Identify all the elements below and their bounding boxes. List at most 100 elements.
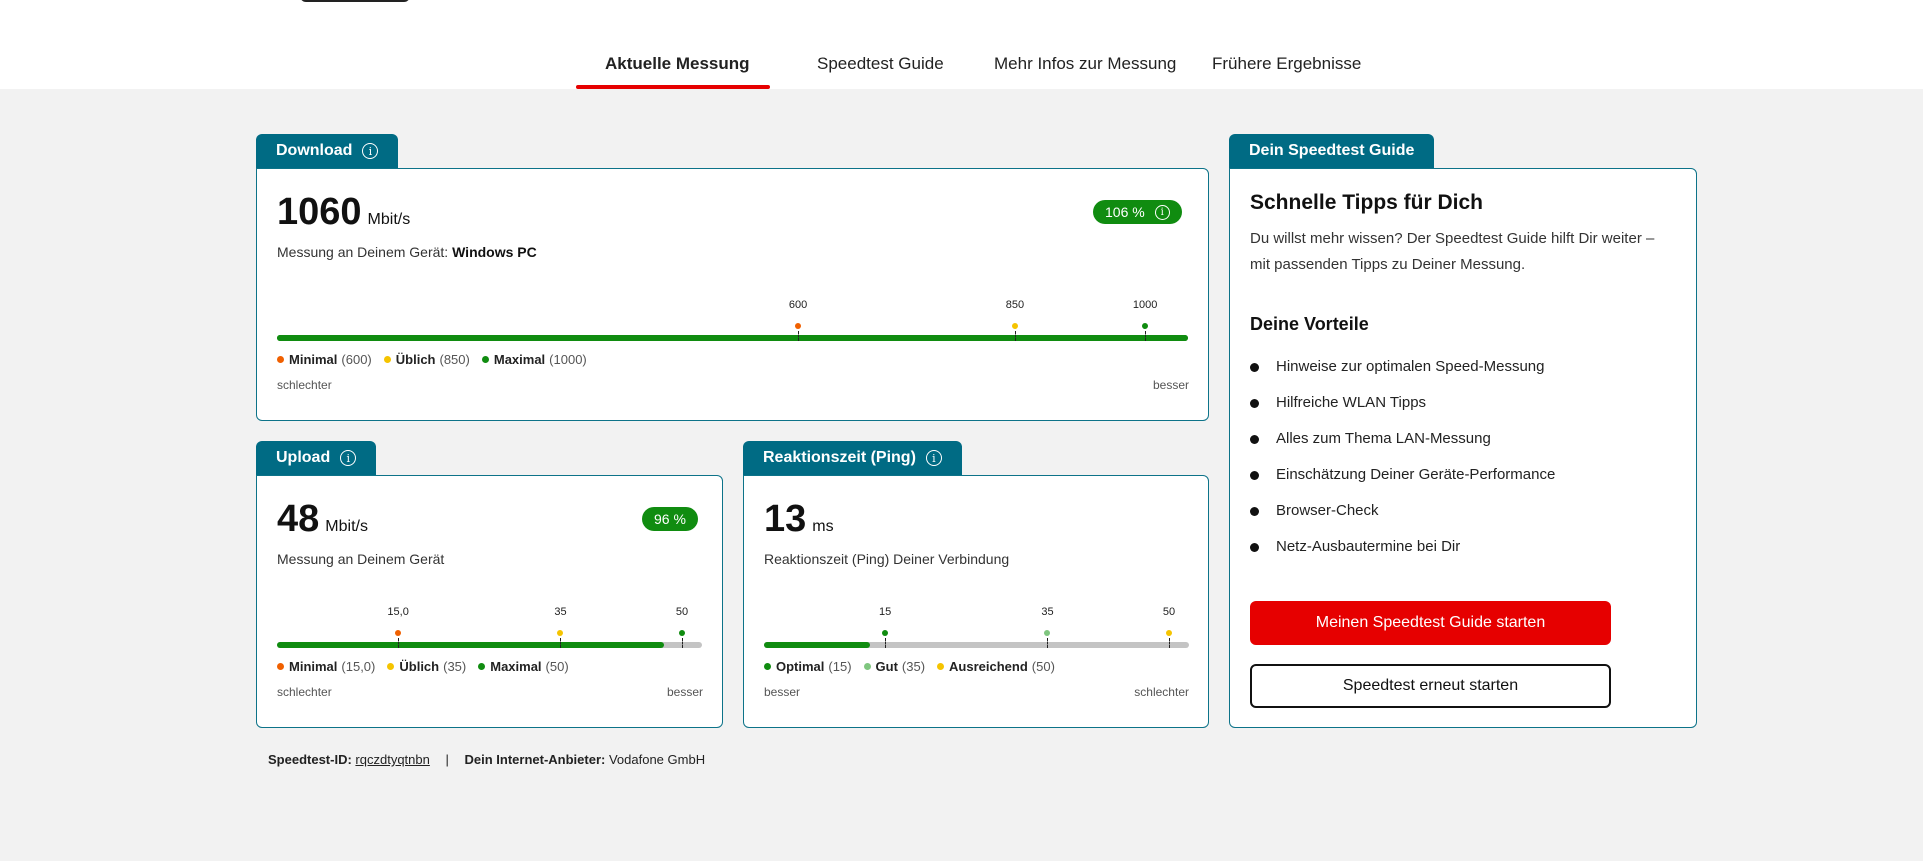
tab-mehr-infos[interactable]: Mehr Infos zur Messung xyxy=(994,54,1176,74)
download-device-line: Messung an Deinem Gerät: Windows PC xyxy=(277,244,537,260)
threshold-dot-icon xyxy=(1142,323,1149,329)
ping-tab-label: Reaktionszeit (Ping) xyxy=(763,449,916,466)
legend-item: Üblich (850) xyxy=(383,352,470,367)
footer-info: Speedtest-ID: rqczdtyqtnbn | Dein Intern… xyxy=(268,752,705,767)
threshold-dash xyxy=(398,638,400,648)
download-value: 1060 xyxy=(277,191,362,233)
benefit-text: Hinweise zur optimalen Speed-Messung xyxy=(1276,358,1545,375)
legend-value: (600) xyxy=(341,352,372,367)
legend-value: (35) xyxy=(443,659,467,674)
legend-value: (15) xyxy=(828,659,852,674)
legend-name: Optimal xyxy=(776,659,825,674)
threshold-dot-icon xyxy=(679,630,686,636)
threshold-dash xyxy=(682,638,684,648)
ping-left-label: besser xyxy=(764,685,801,699)
ping-progress-bar xyxy=(764,642,1189,648)
ping-unit: ms xyxy=(812,518,834,535)
legend-name: Ausreichend xyxy=(949,659,1028,674)
ping-legend: Optimal (15) Gut (35) Ausreichend (50) xyxy=(764,659,1067,674)
active-tab-indicator xyxy=(576,85,770,89)
legend-item: Optimal (15) xyxy=(764,659,852,674)
list-item: Browser-Check xyxy=(1250,502,1555,538)
provider-value: Vodafone GmbH xyxy=(608,752,706,767)
threshold-label: 15 xyxy=(879,606,892,618)
legend-value: (35) xyxy=(901,659,926,674)
upload-value-block: 48 Mbit/s xyxy=(277,498,368,541)
upload-device-line: Messung an Deinem Gerät xyxy=(277,551,445,567)
upload-card-tab: Upload i xyxy=(256,441,377,475)
footer-separator: | xyxy=(445,752,449,767)
provider-label: Dein Internet-Anbieter: xyxy=(464,752,606,767)
tab-aktuelle-messung[interactable]: Aktuelle Messung xyxy=(605,54,750,74)
threshold-dash xyxy=(885,638,887,648)
guide-tab-label: Dein Speedtest Guide xyxy=(1249,142,1415,159)
info-icon[interactable]: i xyxy=(925,450,942,466)
benefit-text: Browser-Check xyxy=(1276,502,1379,519)
legend-item: Maximal (50) xyxy=(478,659,569,674)
legend-dot-icon xyxy=(764,663,771,670)
bullet-icon xyxy=(1250,363,1259,372)
download-unit: Mbit/s xyxy=(367,211,411,228)
legend-dot-icon xyxy=(277,356,284,363)
list-item: Hinweise zur optimalen Speed-Messung xyxy=(1250,358,1555,394)
threshold-dot-icon xyxy=(1011,323,1018,329)
legend-dot-icon xyxy=(277,663,284,670)
bullet-icon xyxy=(1250,435,1259,444)
legend-item: Ausreichend (50) xyxy=(937,659,1055,674)
threshold-dot-icon xyxy=(557,630,564,636)
bullet-icon xyxy=(1250,507,1259,516)
benefits-heading: Deine Vorteile xyxy=(1250,314,1369,334)
upload-card: 48 Mbit/s Messung an Deinem Gerät 96 % Mi… xyxy=(256,475,723,728)
threshold-label: 35 xyxy=(1041,606,1054,618)
download-device-prefix: Messung an Deinem Gerät: xyxy=(277,244,449,260)
ping-card-tab: Reaktionszeit (Ping) i xyxy=(743,441,962,475)
list-item: Netz-Ausbautermine bei Dir xyxy=(1250,538,1555,574)
bullet-icon xyxy=(1250,543,1259,552)
threshold-dash xyxy=(1169,638,1171,648)
info-icon[interactable]: i xyxy=(362,143,379,159)
guide-card: Schnelle Tipps für Dich Du willst mehr w… xyxy=(1229,168,1697,728)
benefit-text: Alles zum Thema LAN-Messung xyxy=(1276,430,1491,447)
download-percent: 106 % xyxy=(1105,204,1145,220)
threshold-label: 50 xyxy=(1162,606,1176,618)
upload-value: 48 xyxy=(277,498,320,540)
info-icon[interactable]: i xyxy=(340,450,357,466)
download-card-tab: Download i xyxy=(256,134,399,168)
threshold-dot-icon xyxy=(395,630,402,636)
upload-percent: 96 % xyxy=(654,511,686,527)
upload-right-label: besser xyxy=(666,685,703,699)
legend-value: (15,0) xyxy=(341,659,376,674)
upload-left-label: schlechter xyxy=(277,685,332,699)
legend-name: Minimal xyxy=(289,659,338,674)
list-item: Hilfreiche WLAN Tipps xyxy=(1250,394,1555,430)
legend-dot-icon xyxy=(383,356,391,363)
legend-name: Gut xyxy=(875,659,898,674)
download-percent-badge: 106 % i xyxy=(1093,200,1182,224)
info-icon[interactable]: i xyxy=(1154,204,1170,220)
threshold-label: 50 xyxy=(675,606,689,618)
tab-speedtest-guide[interactable]: Speedtest Guide xyxy=(817,54,944,74)
start-guide-button[interactable]: Meinen Speedtest Guide starten xyxy=(1250,601,1611,645)
legend-name: Maximal xyxy=(490,659,542,674)
download-tab-label: Download xyxy=(276,142,353,159)
legend-item: Minimal (15,0) xyxy=(277,659,375,674)
benefit-text: Netz-Ausbautermine bei Dir xyxy=(1276,538,1461,555)
legend-value: (50) xyxy=(545,659,569,674)
legend-dot-icon xyxy=(937,663,945,670)
list-item: Alles zum Thema LAN-Messung xyxy=(1250,430,1555,466)
speedtest-id-label: Speedtest-ID: xyxy=(268,752,352,767)
download-card: 1060 Mbit/s Messung an Deinem Gerät: Wind… xyxy=(256,168,1209,421)
tab-fruehere-ergebnisse[interactable]: Frühere Ergebnisse xyxy=(1212,54,1361,74)
threshold-dot-icon xyxy=(882,630,889,636)
legend-name: Minimal xyxy=(289,352,338,367)
download-value-block: 1060 Mbit/s xyxy=(277,191,410,234)
speedtest-id-value[interactable]: rqczdtyqtnbn xyxy=(355,752,429,767)
list-item: Einschätzung Deiner Geräte-Performance xyxy=(1250,466,1555,502)
legend-name: Üblich xyxy=(399,659,440,674)
restart-speedtest-button[interactable]: Speedtest erneut starten xyxy=(1250,664,1611,708)
threshold-label: 1000 xyxy=(1132,299,1158,311)
guide-description: Du willst mehr wissen? Der Speedtest Gui… xyxy=(1250,230,1655,273)
threshold-label: 35 xyxy=(554,606,567,618)
threshold-label: 600 xyxy=(788,299,808,311)
legend-name: Maximal xyxy=(493,352,546,367)
